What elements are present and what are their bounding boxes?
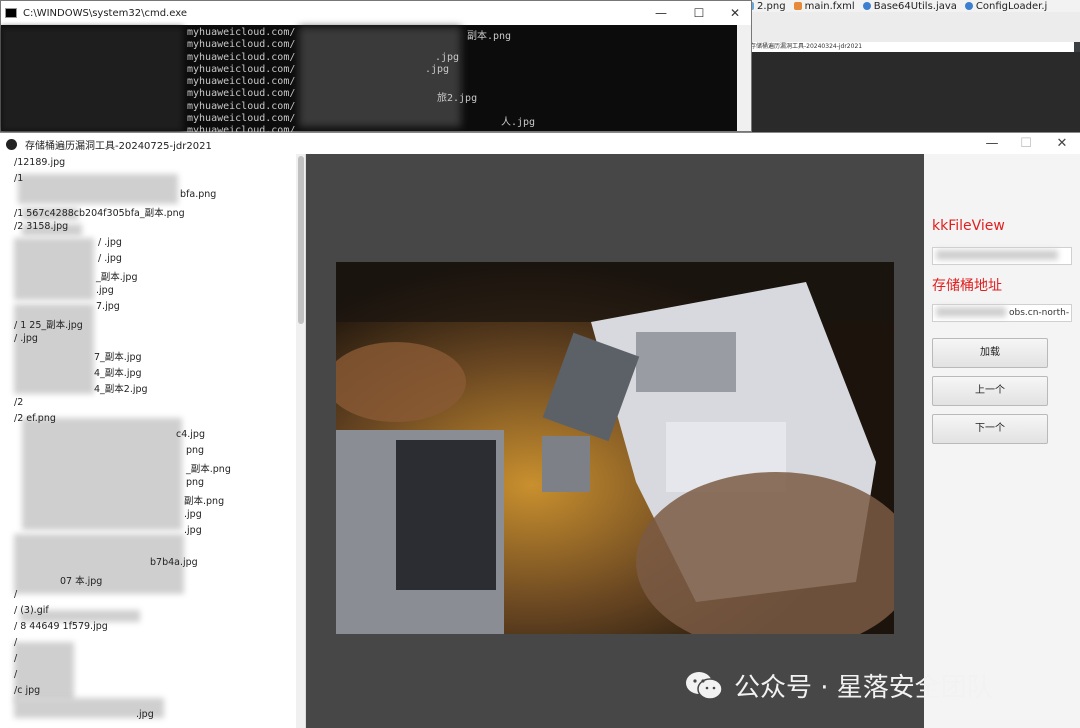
file-list[interactable]: /12189.jpg /1 bfa.png /1 567c4288cb204f3… [0,154,306,728]
cmd-line: myhuaweicloud.com/ [187,63,296,75]
maximize-button[interactable]: ☐ [1010,133,1042,155]
list-item[interactable]: 07 本.jpg [60,573,102,587]
ide-path-field: 存储桶遍历漏洞工具-20240324-jdr2021 [744,42,1074,52]
list-item[interactable]: /2 [14,397,23,408]
cmd-line: myhuaweicloud.com/ [187,39,296,51]
list-item[interactable]: b7b4a.jpg [150,557,198,568]
cmd-filename-tail: 人.jpg [501,117,536,128]
cmd-filename-tail: .jpg [425,64,450,75]
list-item[interactable]: 副本.png [184,493,224,507]
app-title-text: 存储桶遍历漏洞工具-20240725-jdr2021 [25,140,212,152]
next-button[interactable]: 下一个 [932,414,1048,444]
redacted-region [14,238,94,300]
list-item[interactable]: /12189.jpg [14,157,65,168]
list-item[interactable]: .jpg [184,509,202,520]
pixelated-photo [336,262,894,634]
console-icon [5,8,17,18]
cmd-titlebar: C:\WINDOWS\system32\cmd.exe — ☐ ✕ [1,1,751,25]
cmd-line: myhuaweicloud.com/ [187,113,296,125]
ide-tab[interactable]: main.fxml [793,1,855,12]
ide-toolbar [738,12,1080,42]
ide-tab[interactable]: Base64Utils.java [862,1,957,12]
cmd-filename-tail: .jpg [435,52,460,63]
scrollbar-thumb[interactable] [298,156,304,324]
cmd-title-text: C:\WINDOWS\system32\cmd.exe [23,7,187,19]
maximize-button[interactable]: ☐ [685,1,713,25]
list-item[interactable]: /1 567c4288cb204f305bfa_副本.png [14,205,185,219]
cmd-window: C:\WINDOWS\system32\cmd.exe — ☐ ✕ myhuaw… [0,0,752,136]
close-button[interactable]: ✕ [721,1,749,25]
list-item[interactable]: / .jpg [14,333,38,344]
list-item[interactable]: 4_副本2.jpg [94,381,148,395]
cmd-filename-tail: 副本.png [467,31,512,42]
list-item[interactable]: /2 3158.jpg [14,221,68,232]
list-item[interactable]: / 8 44649 1f579.jpg [14,621,108,632]
kkfileview-label: kkFileView [932,218,1005,234]
list-item[interactable]: /c jpg [14,685,40,696]
ide-window: 2.png main.fxml Base64Utils.java ConfigL… [738,0,1080,128]
app-logo-icon [6,138,17,150]
cmd-line: myhuaweicloud.com/ [187,88,296,100]
list-item[interactable]: 7.jpg [96,301,120,312]
java-class-icon [964,2,973,10]
load-button[interactable]: 加载 [932,338,1048,368]
redacted-region [936,250,1058,260]
cmd-scrollbar[interactable] [737,25,751,131]
watermark: 公众号 · 星落安全团队 [684,666,993,704]
fxml-file-icon [793,2,802,10]
ide-tab[interactable]: ConfigLoader.j [964,1,1047,12]
cmd-output: myhuaweicloud.com/ myhuaweicloud.com/ my… [187,27,295,138]
close-button[interactable]: ✕ [1046,133,1078,155]
previous-button[interactable]: 上一个 [932,376,1048,406]
redacted-region [1,27,183,131]
redacted-region [299,27,461,127]
redacted-region [18,174,178,204]
minimize-button[interactable]: — [647,1,675,25]
list-item[interactable]: png [186,477,204,488]
list-item[interactable]: png [186,445,204,456]
list-item[interactable]: / [14,669,17,680]
list-item[interactable]: .jpg [184,525,202,536]
preview-image [336,262,894,634]
list-item[interactable]: /1 [14,173,23,184]
list-item[interactable]: bfa.png [180,189,216,200]
bucket-address-label: 存储桶地址 [932,278,1002,294]
list-item[interactable]: _副本.jpg [96,269,137,283]
list-item[interactable]: c4.jpg [176,429,205,440]
cmd-filename-tail: 旅2.jpg [437,93,478,104]
list-item[interactable]: / [14,589,17,600]
list-item[interactable]: / 1 25_副本.jpg [14,317,83,331]
cmd-line: myhuaweicloud.com/ [187,27,296,38]
redacted-region [22,418,182,530]
list-item[interactable]: .jpg [136,709,154,720]
cmd-line: myhuaweicloud.com/ [187,76,296,88]
list-item[interactable]: / .jpg [98,253,122,264]
wechat-icon [686,672,723,700]
cmd-line: myhuaweicloud.com/ [187,51,296,63]
java-class-icon [862,2,871,10]
cmd-line: myhuaweicloud.com/ [187,100,296,112]
list-item[interactable]: / (3).gif [14,605,49,616]
list-item[interactable]: /2 ef.png [14,413,56,424]
list-item[interactable]: 4_副本.jpg [94,365,142,379]
list-item[interactable]: 7_副本.jpg [94,349,142,363]
ide-tab-bar: 2.png main.fxml Base64Utils.java ConfigL… [738,0,1080,12]
list-item[interactable]: / [14,653,17,664]
redacted-region [936,307,1006,317]
list-item[interactable]: _副本.png [186,461,231,475]
watermark-text: 公众号 · 星落安全团队 [734,672,993,703]
minimize-button[interactable]: — [976,133,1008,155]
ide-editor-area [738,52,1080,128]
list-item[interactable]: / [14,637,17,648]
list-item[interactable]: / .jpg [98,237,122,248]
app-titlebar: 存储桶遍历漏洞工具-20240725-jdr2021 — ☐ ✕ [0,133,1080,155]
list-item[interactable]: .jpg [96,285,114,296]
